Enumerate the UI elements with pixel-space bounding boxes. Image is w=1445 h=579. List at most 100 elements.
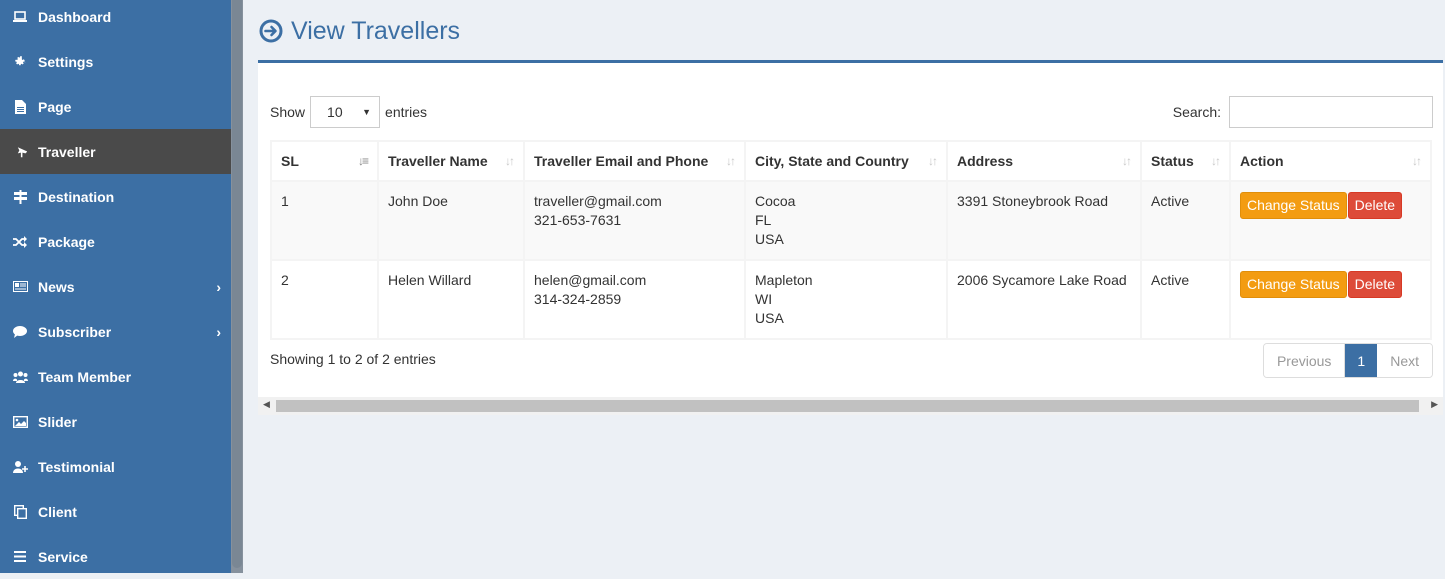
- change-status-button[interactable]: Change Status: [1240, 192, 1347, 219]
- horizontal-scrollbar[interactable]: ◀ ▶: [258, 397, 1443, 415]
- email: traveller@gmail.com: [534, 193, 662, 209]
- sidebar: Dashboard Settings Page Traveller Destinatio…: [0, 0, 243, 573]
- sidebar-item-destination[interactable]: Destination: [0, 174, 231, 219]
- sidebar-item-label: Dashboard: [38, 8, 112, 25]
- sidebar-item-testimonial[interactable]: Testimonial: [0, 444, 231, 489]
- table-row: 1 John Doe traveller@gmail.com 321-653-7…: [270, 180, 1432, 261]
- sidebar-item-slider[interactable]: Slider: [0, 399, 231, 444]
- sidebar-item-team-member[interactable]: Team Member: [0, 354, 231, 399]
- sidebar-item-client[interactable]: Client: [0, 489, 231, 534]
- travellers-table: SL ↓≡ Traveller Name ↓↑ Traveller Email an…: [270, 140, 1432, 340]
- table-info: Showing 1 to 2 of 2 entries: [270, 351, 436, 367]
- cell-name: John Doe: [377, 180, 525, 261]
- previous-page-button[interactable]: Previous: [1263, 344, 1346, 377]
- column-label: Traveller Name: [388, 153, 488, 169]
- sidebar-item-subscriber[interactable]: Subscriber ›: [0, 309, 231, 354]
- entries-label: entries: [385, 104, 428, 120]
- search-input[interactable]: [1229, 96, 1433, 128]
- cell-email-phone: helen@gmail.com 314-324-2859: [523, 259, 746, 340]
- page-title-text: View Travellers: [291, 16, 461, 45]
- search-control: Search:: [1173, 96, 1433, 128]
- state: FL: [755, 212, 772, 228]
- column-label: City, State and Country: [755, 153, 909, 169]
- travellers-box: Show 10 ▼ entries Search: SL ↓≡ Traveller…: [258, 60, 1443, 415]
- sort-icon: ↓↑: [1211, 154, 1221, 168]
- random-icon: [11, 235, 29, 248]
- sidebar-item-label: Package: [38, 233, 95, 250]
- column-header-email-phone[interactable]: Traveller Email and Phone ↓↑: [523, 140, 746, 182]
- page-1-button[interactable]: 1: [1345, 344, 1378, 377]
- page-length-control: Show 10 ▼ entries: [270, 96, 427, 128]
- sidebar-scrollbar-thumb[interactable]: [232, 0, 242, 568]
- pagination: Previous 1 Next: [1262, 343, 1433, 378]
- phone: 314-324-2859: [534, 291, 622, 307]
- sidebar-item-label: Settings: [38, 53, 94, 70]
- column-header-sl[interactable]: SL ↓≡: [270, 140, 379, 182]
- column-label: Traveller Email and Phone: [534, 153, 709, 169]
- file-icon: [11, 99, 29, 114]
- column-header-name[interactable]: Traveller Name ↓↑: [377, 140, 525, 182]
- sidebar-item-label: Subscriber: [38, 323, 112, 340]
- chevron-right-icon: ›: [216, 278, 221, 295]
- sidebar-item-news[interactable]: News ›: [0, 264, 231, 309]
- sidebar-item-service[interactable]: Service: [0, 534, 231, 579]
- sidebar-item-label: Testimonial: [38, 458, 115, 475]
- horizontal-scrollbar-thumb[interactable]: [276, 400, 1419, 412]
- sidebar-item-dashboard[interactable]: Dashboard: [0, 0, 231, 39]
- cell-location: Mapleton WI USA: [744, 259, 948, 340]
- scroll-left-icon[interactable]: ◀: [263, 399, 270, 410]
- comment-icon: [11, 325, 29, 338]
- newspaper-icon: [11, 281, 29, 292]
- plane-icon: [11, 145, 29, 158]
- sort-icon: ↓↑: [726, 154, 736, 168]
- search-label: Search:: [1172, 104, 1221, 120]
- page-length-value: 10: [327, 104, 343, 120]
- cell-address: 2006 Sycamore Lake Road: [946, 259, 1142, 340]
- page-title: View Travellers: [259, 15, 460, 47]
- user-plus-icon: [11, 460, 29, 473]
- sort-icon: ↓↑: [1122, 154, 1132, 168]
- sidebar-item-label: Team Member: [38, 368, 132, 385]
- scroll-right-icon[interactable]: ▶: [1431, 399, 1438, 410]
- sort-icon: ↓↑: [1412, 154, 1422, 168]
- arrow-circle-right-icon: [259, 19, 283, 43]
- sidebar-item-label: Service: [38, 548, 88, 565]
- table-row: 2 Helen Willard helen@gmail.com 314-324-…: [270, 259, 1432, 340]
- phone: 321-653-7631: [534, 212, 622, 228]
- column-header-action[interactable]: Action ↓↑: [1229, 140, 1432, 182]
- column-header-location[interactable]: City, State and Country ↓↑: [744, 140, 948, 182]
- city: Cocoa: [755, 193, 796, 209]
- sidebar-item-page[interactable]: Page: [0, 84, 231, 129]
- sidebar-item-settings[interactable]: Settings: [0, 39, 231, 84]
- delete-button[interactable]: Delete: [1347, 271, 1403, 298]
- sidebar-item-label: Traveller: [38, 143, 96, 160]
- column-header-status[interactable]: Status ↓↑: [1140, 140, 1231, 182]
- laptop-icon: [11, 10, 29, 23]
- city: Mapleton: [755, 272, 813, 288]
- sidebar-item-label: Client: [38, 503, 77, 520]
- gear-icon: [11, 55, 29, 68]
- sidebar-scrollbar[interactable]: [231, 0, 243, 573]
- cell-sl: 2: [270, 259, 379, 340]
- cell-email-phone: traveller@gmail.com 321-653-7631: [523, 180, 746, 261]
- cell-status: Active: [1140, 180, 1231, 261]
- email: helen@gmail.com: [534, 272, 647, 288]
- sidebar-item-traveller[interactable]: Traveller: [0, 129, 243, 174]
- column-label: SL: [281, 153, 299, 169]
- sort-icon: ↓↑: [505, 154, 515, 168]
- sidebar-item-package[interactable]: Package: [0, 219, 231, 264]
- sidebar-item-label: News: [38, 278, 75, 295]
- next-page-button[interactable]: Next: [1377, 344, 1432, 377]
- page-length-select[interactable]: 10 ▼: [310, 96, 381, 128]
- image-icon: [11, 415, 29, 428]
- cell-location: Cocoa FL USA: [744, 180, 948, 261]
- cell-action: Change Status Delete: [1229, 180, 1432, 261]
- clone-icon: [11, 504, 29, 519]
- delete-button[interactable]: Delete: [1347, 192, 1403, 219]
- column-header-address[interactable]: Address ↓↑: [946, 140, 1142, 182]
- sort-icon: ↓↑: [928, 154, 938, 168]
- cell-name: Helen Willard: [377, 259, 525, 340]
- column-label: Status: [1151, 153, 1194, 169]
- change-status-button[interactable]: Change Status: [1240, 271, 1347, 298]
- bars-icon: [11, 551, 29, 562]
